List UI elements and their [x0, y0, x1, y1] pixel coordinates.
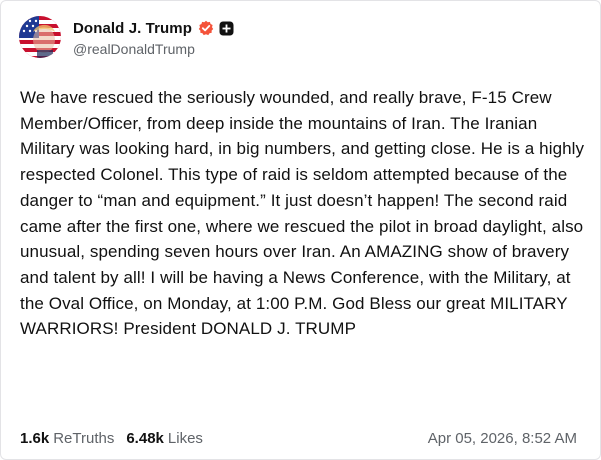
avatar[interactable]: [19, 16, 61, 58]
retruths-label: ReTruths: [53, 429, 115, 447]
verified-badge-icon: [198, 20, 214, 36]
plus-badge-icon: [219, 21, 234, 36]
name-row: Donald J. Trump: [73, 17, 234, 39]
likes-label: Likes: [167, 429, 203, 447]
likes-stat[interactable]: 6.48k Likes: [126, 430, 203, 447]
flag-portrait-avatar-icon: [19, 16, 61, 58]
post-footer: 1.6k ReTruths 6.48k Likes Apr 05, 2026, …: [20, 427, 577, 449]
post-card: Donald J. Trump @realDonaldTrump We have…: [0, 0, 601, 460]
author-handle[interactable]: @realDonaldTrump: [73, 41, 234, 57]
post-header: Donald J. Trump @realDonaldTrump: [19, 13, 234, 61]
author-identity: Donald J. Trump @realDonaldTrump: [73, 17, 234, 57]
post-timestamp[interactable]: Apr 05, 2026, 8:52 AM: [428, 430, 577, 447]
retruths-stat[interactable]: 1.6k ReTruths: [20, 430, 114, 447]
post-text: We have rescued the seriously wounded, a…: [20, 88, 585, 339]
post-stats: 1.6k ReTruths 6.48k Likes: [20, 430, 215, 447]
author-display-name[interactable]: Donald J. Trump: [73, 20, 192, 37]
retruths-count: 1.6k: [20, 429, 50, 447]
likes-count: 6.48k: [126, 429, 164, 447]
